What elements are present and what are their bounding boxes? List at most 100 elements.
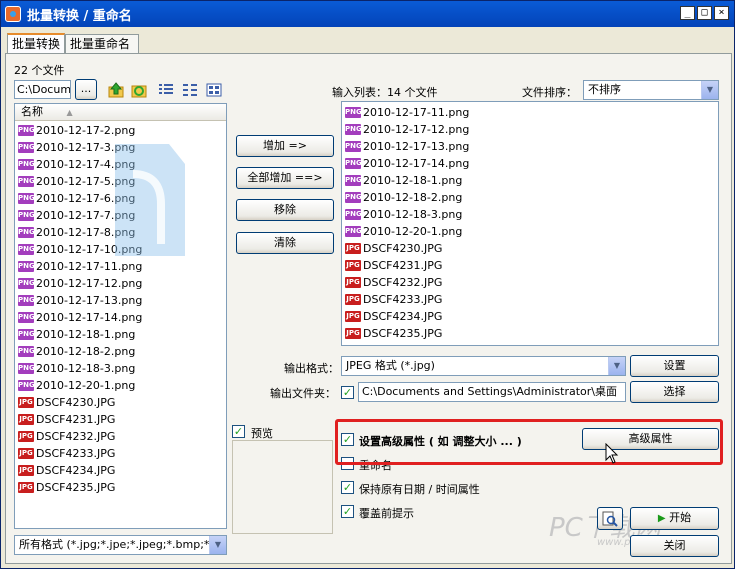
png-file-icon: PNG bbox=[345, 107, 362, 118]
settings-button[interactable]: 设置 bbox=[630, 355, 719, 377]
png-file-icon: PNG bbox=[18, 142, 35, 153]
preview-zoom-button[interactable] bbox=[597, 507, 623, 530]
window-title: 批量转换 / 重命名 bbox=[27, 9, 132, 24]
file-name: 2010-12-18-3.png bbox=[363, 208, 463, 221]
output-format-select[interactable]: JPEG 格式 (*.jpg) ▼ bbox=[341, 356, 626, 376]
file-name: DSCF4230.JPG bbox=[36, 396, 116, 409]
file-name: 2010-12-18-1.png bbox=[36, 328, 136, 341]
advanced-checkbox[interactable]: ✓ bbox=[341, 433, 354, 446]
clear-button[interactable]: 清除 bbox=[236, 232, 334, 254]
list-item[interactable]: JPG DSCF4235.JPG bbox=[15, 479, 226, 496]
output-format-label: 输出格式： bbox=[284, 362, 339, 375]
tab-batch-rename[interactable]: 批量重命名 bbox=[65, 34, 139, 54]
list-item[interactable]: JPG DSCF4234.JPG bbox=[342, 308, 718, 325]
file-name: 2010-12-20-1.png bbox=[363, 225, 463, 238]
browse-button[interactable]: ... bbox=[75, 79, 97, 100]
output-folder-label: 输出文件夹： bbox=[270, 387, 336, 400]
rename-checkbox[interactable] bbox=[341, 457, 354, 470]
refresh-folder-icon[interactable] bbox=[130, 81, 148, 99]
list-item[interactable]: JPG DSCF4233.JPG bbox=[342, 291, 718, 308]
list-item[interactable]: JPG DSCF4233.JPG bbox=[15, 445, 226, 462]
details-view-icon[interactable] bbox=[181, 81, 199, 99]
preview-checkbox[interactable]: ✓ bbox=[232, 425, 245, 438]
maximize-button[interactable]: □ bbox=[697, 6, 712, 20]
overwrite-prompt-checkbox[interactable]: ✓ bbox=[341, 505, 354, 518]
jpg-file-icon: JPG bbox=[18, 482, 34, 493]
list-item[interactable]: PNG 2010-12-17-13.png bbox=[15, 292, 226, 309]
list-item[interactable]: PNG 2010-12-20-1.png bbox=[342, 223, 718, 240]
list-item[interactable]: JPG DSCF4231.JPG bbox=[15, 411, 226, 428]
folder-up-icon[interactable] bbox=[107, 81, 125, 99]
list-item[interactable]: PNG 2010-12-17-13.png bbox=[342, 138, 718, 155]
source-file-list[interactable]: 名称 ▲ PNG 2010-12-17-2.png PNG 2010-12-17-3.… bbox=[14, 103, 227, 529]
keep-date-checkbox[interactable]: ✓ bbox=[341, 481, 354, 494]
list-item[interactable]: PNG 2010-12-17-11.png bbox=[342, 104, 718, 121]
list-item[interactable]: PNG 2010-12-20-1.png bbox=[15, 377, 226, 394]
list-item[interactable]: PNG 2010-12-18-2.png bbox=[342, 189, 718, 206]
list-item[interactable]: JPG DSCF4232.JPG bbox=[342, 274, 718, 291]
png-file-icon: PNG bbox=[345, 141, 362, 152]
list-item[interactable]: JPG DSCF4231.JPG bbox=[342, 257, 718, 274]
jpg-file-icon: JPG bbox=[18, 465, 34, 476]
list-item[interactable]: PNG 2010-12-18-1.png bbox=[15, 326, 226, 343]
png-file-icon: PNG bbox=[345, 158, 362, 169]
jpg-file-icon: JPG bbox=[18, 448, 34, 459]
jpg-file-icon: JPG bbox=[345, 328, 361, 339]
close-button[interactable]: × bbox=[714, 6, 729, 20]
chevron-down-icon: ▼ bbox=[701, 81, 718, 99]
magnifier-icon bbox=[602, 511, 618, 527]
list-item[interactable]: PNG 2010-12-18-3.png bbox=[342, 206, 718, 223]
minimize-button[interactable]: _ bbox=[680, 6, 695, 20]
list-item[interactable]: PNG 2010-12-17-14.png bbox=[15, 309, 226, 326]
file-name: 2010-12-20-1.png bbox=[36, 379, 136, 392]
png-file-icon: PNG bbox=[18, 159, 35, 170]
png-file-icon: PNG bbox=[18, 125, 35, 136]
folder-path-field[interactable]: C:\Docume bbox=[14, 80, 71, 99]
keep-date-label: 保持原有日期 / 时间属性 bbox=[359, 483, 480, 496]
close-dialog-button[interactable]: 关闭 bbox=[630, 535, 719, 557]
add-button[interactable]: 增加 => bbox=[236, 135, 334, 157]
input-file-list[interactable]: PNG 2010-12-17-11.png PNG 2010-12-17-12.png… bbox=[341, 101, 719, 346]
list-item[interactable]: PNG 2010-12-18-1.png bbox=[342, 172, 718, 189]
remove-button[interactable]: 移除 bbox=[236, 199, 334, 221]
png-file-icon: PNG bbox=[345, 124, 362, 135]
add-all-button[interactable]: 全部增加 ==> bbox=[236, 167, 334, 189]
output-folder-checkbox[interactable]: ✓ bbox=[341, 386, 354, 399]
list-item[interactable]: PNG 2010-12-17-12.png bbox=[342, 121, 718, 138]
file-name: DSCF4232.JPG bbox=[363, 276, 443, 289]
file-name: DSCF4233.JPG bbox=[36, 447, 116, 460]
output-format-value: JPEG 格式 (*.jpg) bbox=[346, 359, 435, 372]
list-item[interactable]: JPG DSCF4234.JPG bbox=[15, 462, 226, 479]
name-column-header[interactable]: 名称 ▲ bbox=[15, 104, 226, 121]
jpg-file-icon: JPG bbox=[345, 294, 361, 305]
sort-select[interactable]: 不排序 ▼ bbox=[583, 80, 719, 100]
list-item[interactable]: JPG DSCF4232.JPG bbox=[15, 428, 226, 445]
output-folder-field[interactable]: C:\Documents and Settings\Administrator\… bbox=[358, 382, 626, 402]
list-item[interactable]: PNG 2010-12-17-14.png bbox=[342, 155, 718, 172]
list-item[interactable]: PNG 2010-12-18-3.png bbox=[15, 360, 226, 377]
list-item[interactable]: JPG DSCF4230.JPG bbox=[342, 240, 718, 257]
png-file-icon: PNG bbox=[18, 346, 35, 357]
file-name: DSCF4231.JPG bbox=[36, 413, 116, 426]
file-name: 2010-12-18-2.png bbox=[36, 345, 136, 358]
png-file-icon: PNG bbox=[345, 209, 362, 220]
list-view-icon[interactable] bbox=[157, 81, 175, 99]
thumbnail-view-icon[interactable] bbox=[205, 81, 223, 99]
png-file-icon: PNG bbox=[18, 193, 35, 204]
advanced-settings-button[interactable]: 高级属性 bbox=[582, 428, 719, 450]
list-item[interactable]: JPG DSCF4235.JPG bbox=[342, 325, 718, 342]
chevron-down-icon: ▼ bbox=[608, 357, 625, 375]
jpg-file-icon: JPG bbox=[345, 311, 361, 322]
file-name: DSCF4230.JPG bbox=[363, 242, 443, 255]
title-bar[interactable]: 批量转换 / 重命名 _ □ × bbox=[1, 1, 734, 27]
file-name: 2010-12-17-13.png bbox=[363, 140, 470, 153]
choose-folder-button[interactable]: 选择 bbox=[630, 381, 719, 403]
format-filter-select[interactable]: 所有格式 (*.jpg;*.jpe;*.jpeg;*.bmp;*. ▼ bbox=[14, 535, 227, 555]
list-item[interactable]: PNG 2010-12-18-2.png bbox=[15, 343, 226, 360]
input-list-label: 输入列表：14 个文件 bbox=[332, 86, 438, 99]
list-item[interactable]: JPG DSCF4230.JPG bbox=[15, 394, 226, 411]
png-file-icon: PNG bbox=[18, 363, 35, 374]
list-item[interactable]: PNG 2010-12-17-12.png bbox=[15, 275, 226, 292]
tab-batch-convert[interactable]: 批量转换 bbox=[7, 33, 65, 54]
start-button[interactable]: ▶ 开始 bbox=[630, 507, 719, 530]
